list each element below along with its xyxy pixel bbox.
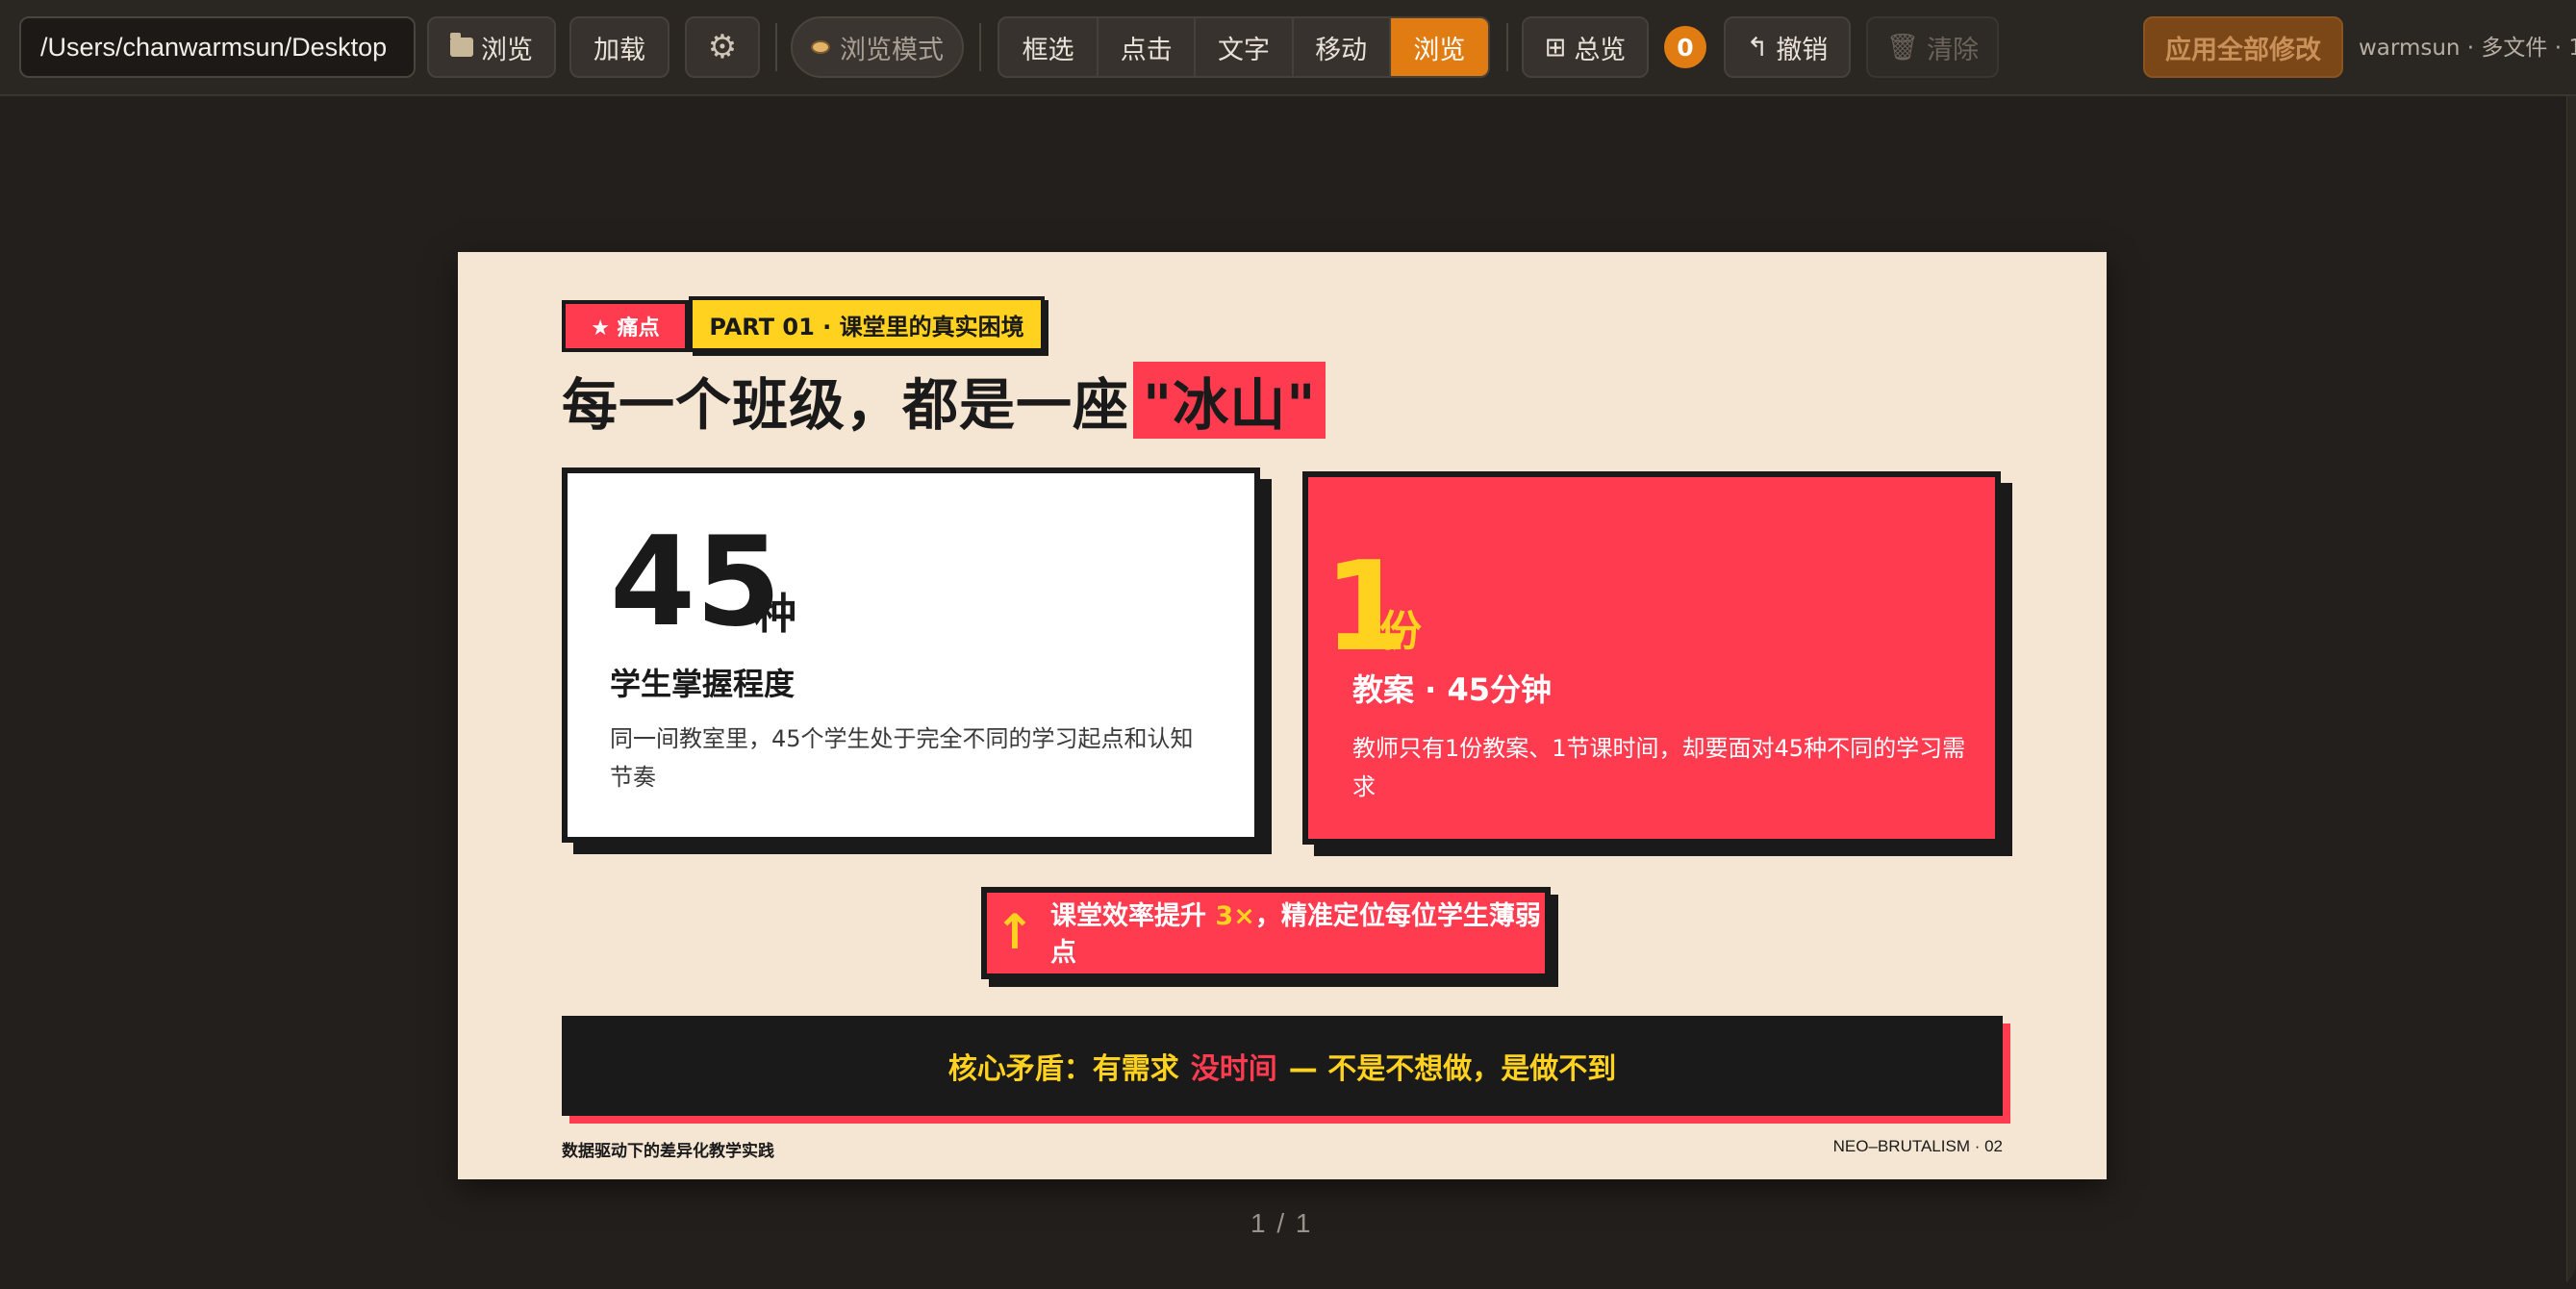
mode-click[interactable]: 点击 [1099, 18, 1197, 76]
browse-button-label: 浏览 [481, 35, 533, 65]
toolbar: /Users/chanwarmsun/Desktop 浏览 加载 ⚙ 浏览模式 … [0, 0, 2576, 96]
clear-label: 清除 [1927, 35, 1980, 65]
mode-move[interactable]: 移动 [1294, 18, 1391, 76]
mode-browse[interactable]: 浏览 [1390, 18, 1488, 76]
trash-icon: 🗑 [1885, 33, 1920, 63]
core-conflict-banner: 核心矛盾：有需求 没时间 — 不是不想做，是做不到 [562, 1016, 2003, 1116]
view-mode-label: 浏览模式 [840, 35, 944, 65]
mode-select-label: 框选 [1022, 35, 1074, 65]
gear-icon: ⚙ [707, 28, 738, 66]
mode-text[interactable]: 文字 [1196, 18, 1294, 76]
overview-label: 总览 [1574, 35, 1627, 65]
conflict-prefix: 核心矛盾：有需求 [947, 1052, 1179, 1086]
pain-point-tag: ★ 痛点 [562, 300, 689, 352]
apply-all-button[interactable]: 应用全部修改 [2143, 16, 2343, 78]
folder-icon [450, 33, 473, 57]
mode-select[interactable]: 框选 [999, 18, 1099, 76]
stat-card-students: 45 种 学生掌握程度 同一间教室里，45个学生处于完全不同的学习起点和认知节奏 [562, 468, 1260, 843]
path-input[interactable]: /Users/chanwarmsun/Desktop [19, 16, 416, 78]
stat-card-lesson-plan: 1 份 教案 · 45分钟 教师只有1份教案、1节课时间，却要面对45种不同的学… [1302, 471, 2001, 845]
change-count-badge: 0 [1664, 26, 1706, 68]
undo-label: 撤销 [1776, 35, 1829, 65]
stat-unit: 份 [1379, 607, 1422, 656]
efficiency-callout: ↑ 课堂效率提升 3×，精准定位每位学生薄弱点 [981, 887, 1551, 979]
conflict-suffix: — 不是不想做，是做不到 [1288, 1052, 1617, 1086]
callout-text: 课堂效率提升 3×，精准定位每位学生薄弱点 [1050, 898, 1551, 972]
stat-subtitle: 学生掌握程度 [610, 666, 796, 702]
toolbar-divider [775, 23, 777, 71]
toolbar-divider [1506, 23, 1508, 71]
mode-text-label: 文字 [1217, 35, 1270, 65]
toolbar-divider [979, 23, 981, 71]
part-tag: PART 01 · 课堂里的真实困境 [689, 296, 1045, 352]
undo-button[interactable]: ↰ 撤销 [1724, 16, 1851, 78]
grid-icon: ⊞ [1544, 32, 1567, 63]
page-indicator: 1 / 1 [1250, 1208, 1313, 1238]
mode-move-label: 移动 [1315, 35, 1368, 65]
apply-all-label: 应用全部修改 [2165, 35, 2321, 65]
view-mode-toggle[interactable]: 浏览模式 [791, 16, 964, 78]
slide-footer-title: 数据驱动下的差异化教学实践 [562, 1142, 774, 1161]
slide-footer-page: NEO–BRUTALISM · 02 [1832, 1137, 2003, 1155]
overview-button[interactable]: ⊞ 总览 [1522, 16, 1649, 78]
title-highlight: "冰山" [1133, 362, 1326, 439]
mode-click-label: 点击 [1120, 35, 1173, 65]
mode-browse-label: 浏览 [1413, 35, 1466, 65]
stat-description: 教师只有1份教案、1节课时间，却要面对45种不同的学习需求 [1352, 735, 1966, 800]
slide-title: 每一个班级，都是一座 "冰山" [562, 360, 1326, 441]
mode-segmented-control: 框选 点击 文字 移动 浏览 [998, 16, 1490, 78]
conflict-highlight: 没时间 [1190, 1052, 1277, 1086]
load-button-label: 加载 [593, 35, 645, 65]
vertical-scrollbar[interactable] [2566, 96, 2576, 1289]
arrow-up-icon: ↑ [995, 904, 1035, 960]
undo-icon: ↰ [1746, 32, 1769, 63]
file-meta: warmsun · 多文件 · 1页 [2359, 36, 2576, 61]
load-button[interactable]: 加载 [569, 16, 669, 78]
settings-button[interactable]: ⚙ [685, 16, 760, 78]
stat-unit: 种 [754, 590, 796, 639]
stat-subtitle: 教案 · 45分钟 [1352, 671, 1552, 708]
eye-icon [811, 40, 830, 54]
app-window: /Users/chanwarmsun/Desktop 浏览 加载 ⚙ 浏览模式 … [0, 0, 2576, 1289]
clear-button[interactable]: 🗑 清除 [1866, 16, 1999, 78]
browse-button[interactable]: 浏览 [427, 16, 556, 78]
slide-canvas[interactable]: ★ 痛点 PART 01 · 课堂里的真实困境 每一个班级，都是一座 "冰山" … [458, 252, 2107, 1179]
callout-text-before: 课堂效率提升 [1050, 901, 1216, 931]
callout-highlight: 3× [1215, 901, 1255, 931]
stat-description: 同一间教室里，45个学生处于完全不同的学习起点和认知节奏 [610, 725, 1194, 791]
title-main: 每一个班级，都是一座 [562, 372, 1130, 438]
